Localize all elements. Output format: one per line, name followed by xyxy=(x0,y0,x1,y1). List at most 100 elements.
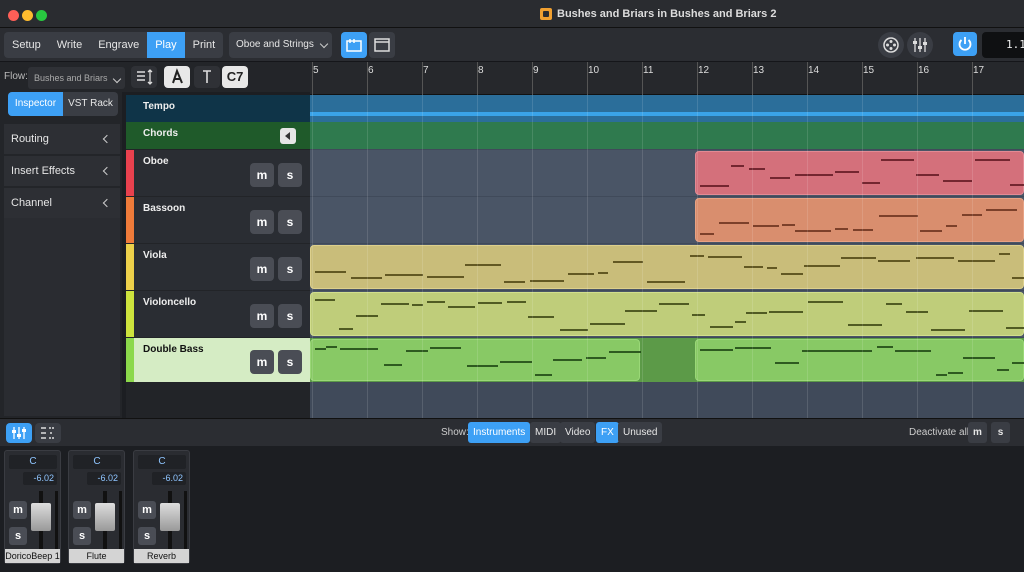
flow-label: Flow: xyxy=(4,71,28,82)
pan-control[interactable]: C xyxy=(9,455,57,469)
volume-fader[interactable] xyxy=(31,503,51,531)
midi-note xyxy=(879,215,919,218)
insert-effects-section[interactable]: Insert Effects xyxy=(4,156,120,186)
deactivate-all-mute-button[interactable]: m xyxy=(968,422,987,443)
zoom-window-button[interactable] xyxy=(36,10,47,21)
solo-button[interactable]: s xyxy=(9,527,27,545)
solo-button[interactable]: s xyxy=(278,163,302,187)
mute-button[interactable]: m xyxy=(138,501,156,519)
mode-write-tab[interactable]: Write xyxy=(49,32,90,58)
tab-inspector[interactable]: Inspector xyxy=(8,92,63,116)
mode-play-tab[interactable]: Play xyxy=(147,32,185,58)
pan-control[interactable]: C xyxy=(73,455,121,469)
key-editor-tab-button[interactable] xyxy=(35,423,61,443)
midi-note xyxy=(840,256,877,259)
solo-button[interactable]: s xyxy=(278,257,302,281)
mixer-window-button[interactable] xyxy=(907,32,933,58)
track-header-violoncello[interactable]: Violoncello m s xyxy=(126,291,310,337)
mode-print-tab[interactable]: Print xyxy=(185,32,224,58)
track-header-double-bass[interactable]: Double Bass m s xyxy=(126,338,310,382)
midi-note xyxy=(931,328,965,331)
track-color-strip xyxy=(126,150,134,196)
midi-note xyxy=(1011,362,1024,365)
chords-expand-button[interactable] xyxy=(280,128,296,144)
channel-name: Flute xyxy=(69,549,124,563)
double-bass-region[interactable] xyxy=(310,339,641,381)
solo-button[interactable]: s xyxy=(278,350,302,374)
flow-selector[interactable]: Bushes and Briars xyxy=(28,67,125,89)
chevron-down-icon xyxy=(112,74,122,84)
routing-section[interactable]: Routing xyxy=(4,124,120,154)
chord-track-button[interactable]: C7 xyxy=(222,66,248,88)
bar-number: 13 xyxy=(753,65,765,76)
mute-button[interactable]: m xyxy=(73,501,91,519)
chords-track-header[interactable]: Chords xyxy=(126,122,310,149)
bassoon-region[interactable] xyxy=(695,198,1024,242)
mode-engrave-tab[interactable]: Engrave xyxy=(90,32,147,58)
midi-note xyxy=(647,280,685,283)
mute-button[interactable]: m xyxy=(9,501,27,519)
track-header-viola[interactable]: Viola m s xyxy=(126,244,310,290)
oboe-region[interactable] xyxy=(695,151,1024,195)
mute-button[interactable]: m xyxy=(250,304,274,328)
timeline-ruler[interactable]: 5 6 7 8 9 10 11 12 13 14 15 16 17 xyxy=(310,62,1024,95)
bar-number: 8 xyxy=(478,65,484,76)
close-window-button[interactable] xyxy=(8,10,19,21)
channel-section[interactable]: Channel xyxy=(4,188,120,218)
minimize-window-button[interactable] xyxy=(22,10,33,21)
mute-button[interactable]: m xyxy=(250,350,274,374)
volume-readout[interactable]: -6.02 xyxy=(152,472,186,485)
midi-note xyxy=(862,182,881,185)
mute-button[interactable]: m xyxy=(250,163,274,187)
deactivate-all-solo-button[interactable]: s xyxy=(991,422,1010,443)
track-header-bassoon[interactable]: Bassoon m s xyxy=(126,197,310,243)
solo-button[interactable]: s xyxy=(278,304,302,328)
double-bass-region[interactable] xyxy=(695,339,1024,381)
midi-note xyxy=(885,303,902,306)
mixer-tab-button[interactable] xyxy=(6,423,32,443)
midi-note xyxy=(384,363,402,366)
filter-midi[interactable]: MIDI xyxy=(530,422,562,443)
activate-project-button[interactable] xyxy=(953,32,977,56)
window-title-text: Bushes and Briars in Bushes and Briars 2 xyxy=(557,8,777,20)
tab-vst-rack[interactable]: VST Rack xyxy=(63,92,118,116)
show-label: Show: xyxy=(441,427,469,438)
volume-fader[interactable] xyxy=(160,503,180,531)
show-dynamics-button[interactable] xyxy=(164,66,190,88)
layout-selector[interactable]: Oboe and Strings xyxy=(229,32,332,58)
midi-note xyxy=(384,274,424,277)
solo-button[interactable]: s xyxy=(73,527,91,545)
mode-setup-tab[interactable]: Setup xyxy=(4,32,49,58)
mute-button[interactable]: m xyxy=(250,257,274,281)
page-view-button[interactable] xyxy=(369,32,395,58)
track-height-button[interactable] xyxy=(131,66,157,88)
filter-fx[interactable]: FX xyxy=(596,422,619,443)
track-header-oboe[interactable]: Oboe m s xyxy=(126,150,310,196)
midi-note xyxy=(998,252,1011,255)
tempo-track-button[interactable] xyxy=(194,66,220,88)
pan-control[interactable]: C xyxy=(138,455,186,469)
galley-view-button[interactable] xyxy=(341,32,367,58)
page-view-icon xyxy=(374,38,390,52)
mute-button[interactable]: m xyxy=(250,210,274,234)
midi-note xyxy=(406,350,428,353)
bar-number: 9 xyxy=(533,65,539,76)
tempo-track-header[interactable]: Tempo xyxy=(126,95,310,122)
video-button[interactable] xyxy=(878,32,904,58)
filter-unused[interactable]: Unused xyxy=(618,422,663,443)
volume-readout[interactable]: -6.02 xyxy=(87,472,121,485)
inspector-tabs: Inspector VST Rack xyxy=(8,92,118,116)
event-display[interactable] xyxy=(310,95,1024,418)
channel-strip-doricobeep: C -6.02 m s DoricoBeep 1 xyxy=(4,450,61,564)
filter-video[interactable]: Video xyxy=(560,422,596,443)
filter-instruments[interactable]: Instruments xyxy=(468,422,531,443)
midi-note xyxy=(590,322,626,325)
solo-button[interactable]: s xyxy=(138,527,156,545)
key-editor-icon xyxy=(41,427,55,439)
volume-readout[interactable]: -6.02 xyxy=(23,472,57,485)
dorico-app-icon xyxy=(540,8,552,20)
solo-button[interactable]: s xyxy=(278,210,302,234)
channel-name: Reverb xyxy=(134,549,189,563)
midi-note xyxy=(731,164,745,167)
volume-fader[interactable] xyxy=(95,503,115,531)
